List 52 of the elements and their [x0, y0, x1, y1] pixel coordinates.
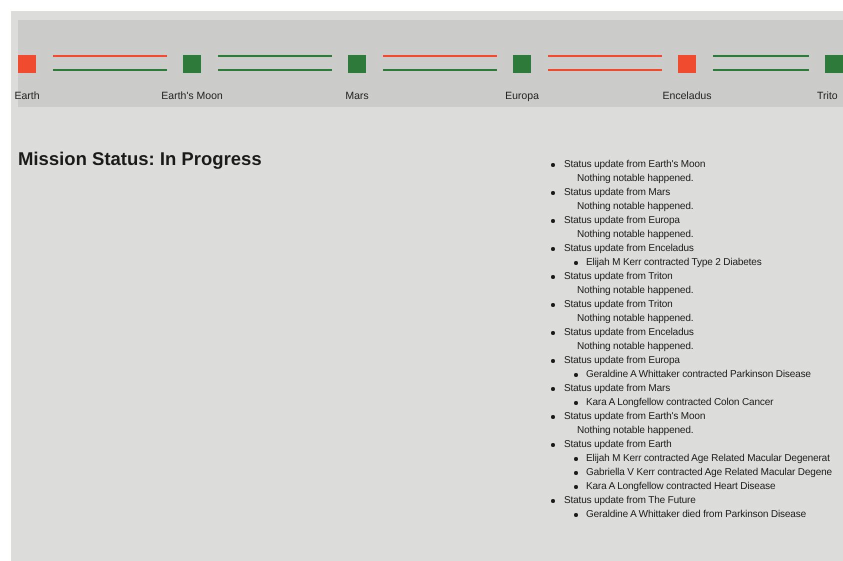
mission-status-heading: Mission Status: In Progress — [18, 148, 262, 170]
update-event: Elijah M Kerr contracted Age Related Macular Degenerat — [586, 452, 830, 466]
update-event: Elijah M Kerr contracted Type 2 Diabetes — [586, 256, 762, 270]
update-title: Status update from Enceladus — [564, 242, 694, 256]
bullet-icon — [551, 331, 555, 335]
stop-label: Trito — [817, 90, 838, 102]
bullet-icon — [551, 499, 555, 503]
bullet-icon — [574, 471, 578, 475]
update-note: Nothing notable happened. — [577, 172, 694, 186]
bullet-icon — [574, 485, 578, 489]
update-event: Geraldine A Whittaker died from Parkinson Disease — [586, 508, 806, 522]
bullet-icon — [551, 415, 555, 419]
update-note: Nothing notable happened. — [577, 340, 694, 354]
update-title: Status update from Earth's Moon — [564, 158, 706, 172]
update-title: Status update from Mars — [564, 186, 670, 200]
bullet-icon — [551, 387, 555, 391]
update-event: Kara A Longfellow contracted Heart Disease — [586, 480, 776, 494]
update-title: Status update from Triton — [564, 298, 673, 312]
update-event: Geraldine A Whittaker contracted Parkinson Disease — [586, 368, 811, 382]
stop-label: Earth's Moon — [161, 90, 223, 102]
update-event: Gabriella V Kerr contracted Age Related Macular Degene — [586, 466, 832, 480]
update-note: Nothing notable happened. — [577, 200, 694, 214]
stop-label: Enceladus — [662, 90, 712, 102]
bullet-icon — [574, 401, 578, 405]
update-note: Nothing notable happened. — [577, 312, 694, 326]
bullet-icon — [551, 275, 555, 279]
update-title: Status update from Earth's Moon — [564, 410, 706, 424]
bullet-icon — [551, 303, 555, 307]
update-title: Status update from The Future — [564, 494, 696, 508]
update-title: Status update from Mars — [564, 382, 670, 396]
bullet-icon — [551, 443, 555, 447]
update-note: Nothing notable happened. — [577, 424, 694, 438]
bullet-icon — [574, 373, 578, 377]
update-title: Status update from Triton — [564, 270, 673, 284]
bullet-icon — [574, 457, 578, 461]
bullet-icon — [551, 191, 555, 195]
stop-label: Europa — [505, 90, 539, 102]
bullet-icon — [551, 163, 555, 167]
bullet-icon — [551, 219, 555, 223]
update-title: Status update from Earth — [564, 438, 672, 452]
update-title: Status update from Enceladus — [564, 326, 694, 340]
bullet-icon — [574, 261, 578, 265]
update-title: Status update from Europa — [564, 214, 680, 228]
stop-label: Earth — [14, 90, 40, 102]
stop-label: Mars — [345, 90, 369, 102]
bullet-icon — [551, 247, 555, 251]
update-note: Nothing notable happened. — [577, 228, 694, 242]
update-event: Kara A Longfellow contracted Colon Cancer — [586, 396, 774, 410]
bullet-icon — [551, 359, 555, 363]
update-note: Nothing notable happened. — [577, 284, 694, 298]
update-title: Status update from Europa — [564, 354, 680, 368]
bullet-icon — [574, 513, 578, 517]
